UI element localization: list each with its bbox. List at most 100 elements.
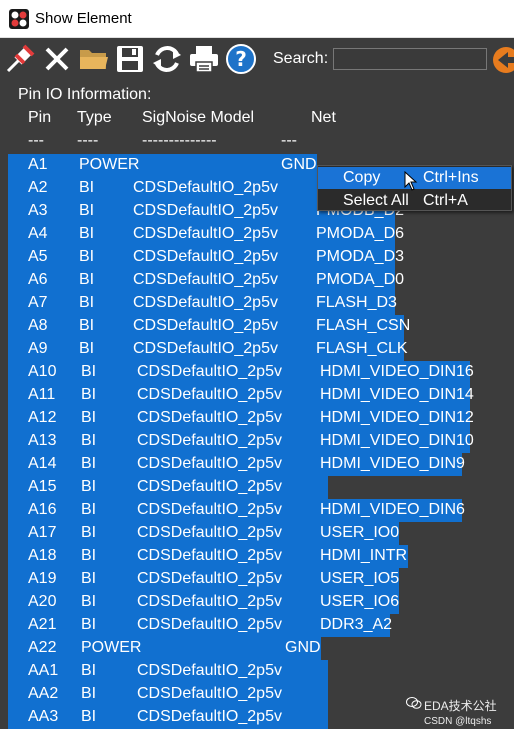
net-cell: FLASH_D3: [316, 294, 397, 311]
net-cell: FLASH_CLK: [316, 340, 408, 357]
type-cell: BI: [81, 455, 97, 472]
table-row[interactable]: A22 POWER GND: [8, 637, 321, 660]
type-cell: BI: [81, 708, 97, 725]
model-cell: CDSDefaultIO_2p5v: [137, 363, 282, 380]
pin-cell: A9: [28, 340, 48, 357]
watermark-credit: CSDN @ltqshs: [424, 716, 492, 727]
menu-item-shortcut: Ctrl+Ins: [423, 169, 479, 186]
column-header-type: Type: [77, 109, 112, 126]
table-row[interactable]: A21 BI CDSDefaultIO_2p5v DDR3_A2: [8, 614, 392, 637]
net-cell: USER_IO6: [320, 593, 400, 610]
close-x-icon[interactable]: [40, 42, 74, 76]
net-cell: HDMI_VIDEO_DIN16: [320, 363, 474, 380]
pin-cell: A4: [28, 225, 48, 242]
table-row[interactable]: AA1 BI CDSDefaultIO_2p5v: [8, 660, 329, 683]
type-cell: BI: [81, 432, 97, 449]
table-row[interactable]: AA3 BI CDSDefaultIO_2p5v: [8, 706, 329, 729]
table-row[interactable]: A7 BI CDSDefaultIO_2p5v FLASH_D3: [8, 292, 397, 315]
table-row[interactable]: A10 BI CDSDefaultIO_2p5v HDMI_VIDEO_DIN16: [8, 361, 474, 384]
net-cell: PMODA_D0: [316, 271, 405, 288]
net-cell: HDMI_VIDEO_DIN10: [320, 432, 474, 449]
type-cell: BI: [79, 340, 95, 357]
model-cell: CDSDefaultIO_2p5v: [133, 340, 278, 357]
watermark: EDA技术公社 CSDN @ltqshs: [424, 697, 497, 727]
column-header-net: Net: [311, 109, 336, 126]
mouse-cursor-icon: [404, 171, 418, 191]
model-cell: CDSDefaultIO_2p5v: [133, 225, 278, 242]
model-cell: CDSDefaultIO_2p5v: [133, 317, 278, 334]
net-cell: HDMI_VIDEO_DIN9: [320, 455, 465, 472]
table-row[interactable]: A16 BI CDSDefaultIO_2p5v HDMI_VIDEO_DIN6: [8, 499, 465, 522]
header-separator: --------------: [142, 132, 217, 149]
folder-open-icon[interactable]: [77, 42, 111, 76]
header-separator: ---: [28, 132, 44, 149]
pin-cell: A8: [28, 317, 48, 334]
wechat-icon: [406, 697, 422, 709]
type-cell: BI: [81, 593, 97, 610]
type-cell: BI: [81, 501, 97, 518]
table-row[interactable]: A6 BI CDSDefaultIO_2p5v PMODA_D0: [8, 269, 404, 292]
table-row[interactable]: A15 BI CDSDefaultIO_2p5v: [8, 476, 329, 499]
help-icon[interactable]: ?: [224, 42, 258, 76]
menu-item-label: Copy: [343, 169, 381, 186]
net-cell: HDMI_INTR: [320, 547, 408, 564]
table-row[interactable]: A11 BI CDSDefaultIO_2p5v HDMI_VIDEO_DIN14: [8, 384, 474, 407]
table-row[interactable]: A12 BI CDSDefaultIO_2p5v HDMI_VIDEO_DIN12: [8, 407, 474, 430]
model-cell: CDSDefaultIO_2p5v: [137, 478, 282, 495]
svg-text:?: ?: [235, 47, 247, 71]
watermark-brand: EDA技术公社: [424, 699, 497, 713]
save-icon[interactable]: [113, 42, 147, 76]
table-row[interactable]: A19 BI CDSDefaultIO_2p5v USER_IO5: [8, 568, 400, 591]
model-cell: CDSDefaultIO_2p5v: [137, 386, 282, 403]
arrow-go-icon[interactable]: [492, 46, 514, 74]
pin-cell: A13: [28, 432, 57, 449]
pin-icon[interactable]: [3, 42, 37, 76]
pin-cell: A18: [28, 547, 57, 564]
table-row[interactable]: A20 BI CDSDefaultIO_2p5v USER_IO6: [8, 591, 400, 614]
net-cell: HDMI_VIDEO_DIN6: [320, 501, 465, 518]
table-row[interactable]: A17 BI CDSDefaultIO_2p5v USER_IO0: [8, 522, 400, 545]
type-cell: POWER: [79, 156, 140, 173]
pin-cell: A11: [28, 386, 56, 403]
net-cell: USER_IO5: [320, 570, 400, 587]
window-title: Show Element: [35, 10, 132, 27]
pin-cell: A5: [28, 248, 48, 265]
table-row[interactable]: A5 BI CDSDefaultIO_2p5v PMODA_D3: [8, 246, 404, 269]
net-cell: PMODA_D3: [316, 248, 405, 265]
type-cell: BI: [79, 294, 95, 311]
search-input[interactable]: [333, 48, 487, 70]
model-cell: CDSDefaultIO_2p5v: [137, 616, 282, 633]
table-row[interactable]: A8 BI CDSDefaultIO_2p5v FLASH_CSN: [8, 315, 410, 338]
model-cell: CDSDefaultIO_2p5v: [137, 455, 282, 472]
net-cell: PMODA_D6: [316, 225, 405, 242]
model-cell: CDSDefaultIO_2p5v: [137, 524, 282, 541]
type-cell: BI: [79, 271, 95, 288]
app-icon: [9, 9, 29, 29]
table-row[interactable]: A18 BI CDSDefaultIO_2p5v HDMI_INTR: [8, 545, 409, 568]
table-row[interactable]: A14 BI CDSDefaultIO_2p5v HDMI_VIDEO_DIN9: [8, 453, 465, 476]
column-header-model: SigNoise Model: [142, 109, 255, 126]
type-cell: BI: [79, 225, 95, 242]
model-cell: CDSDefaultIO_2p5v: [137, 662, 282, 679]
table-row[interactable]: A4 BI CDSDefaultIO_2p5v PMODA_D6: [8, 223, 404, 246]
menu-item-shortcut: Ctrl+A: [423, 192, 468, 209]
table-row[interactable]: A2 BI CDSDefaultIO_2p5v: [8, 177, 325, 200]
type-cell: BI: [81, 409, 97, 426]
type-cell: BI: [81, 386, 97, 403]
net-cell: HDMI_VIDEO_DIN14: [320, 386, 474, 403]
type-cell: POWER: [81, 639, 142, 656]
net-cell: GND: [281, 156, 317, 173]
pin-cell: A21: [28, 616, 57, 633]
model-cell: CDSDefaultIO_2p5v: [133, 248, 278, 265]
table-row[interactable]: A13 BI CDSDefaultIO_2p5v HDMI_VIDEO_DIN10: [8, 430, 474, 453]
table-row[interactable]: AA2 BI CDSDefaultIO_2p5v: [8, 683, 329, 706]
type-cell: BI: [79, 202, 95, 219]
net-cell: USER_IO0: [320, 524, 400, 541]
table-row[interactable]: A9 BI CDSDefaultIO_2p5v FLASH_CLK: [8, 338, 408, 361]
table-row[interactable]: A1 POWER GND: [8, 154, 317, 177]
print-icon[interactable]: [187, 42, 221, 76]
refresh-icon[interactable]: [150, 42, 184, 76]
pin-cell: A14: [28, 455, 57, 472]
pin-cell: A20: [28, 593, 57, 610]
menu-item-select-all[interactable]: Select All Ctrl+A: [318, 190, 511, 212]
